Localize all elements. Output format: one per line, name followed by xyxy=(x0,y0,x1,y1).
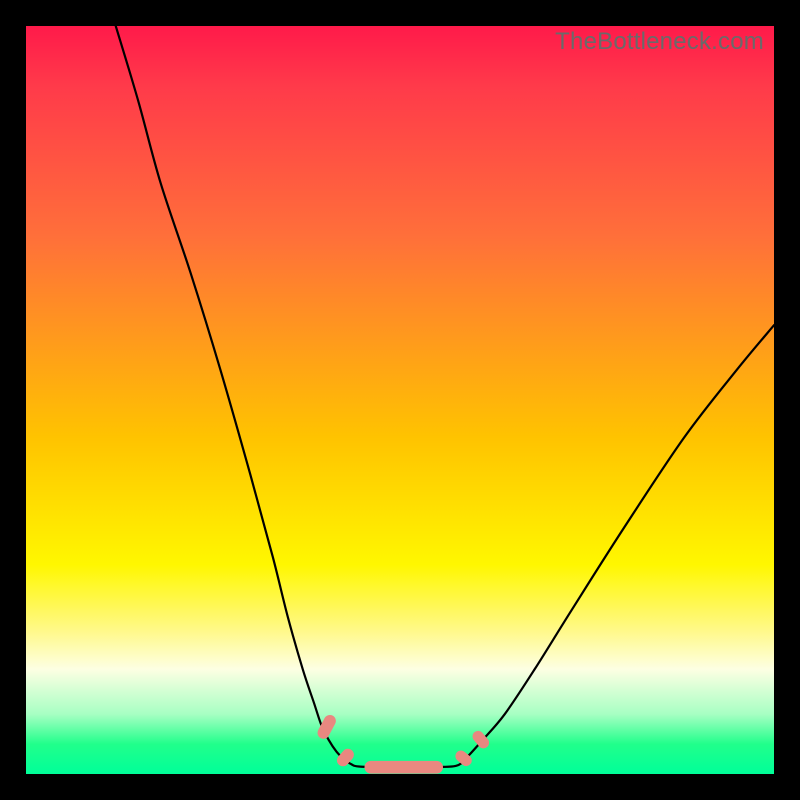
chart-svg xyxy=(26,26,774,774)
chart-frame: TheBottleneck.com xyxy=(26,26,774,774)
bottleneck-curve xyxy=(116,26,774,767)
curve-marker xyxy=(470,729,491,751)
markers-group xyxy=(315,713,491,774)
curve-marker xyxy=(364,761,443,774)
